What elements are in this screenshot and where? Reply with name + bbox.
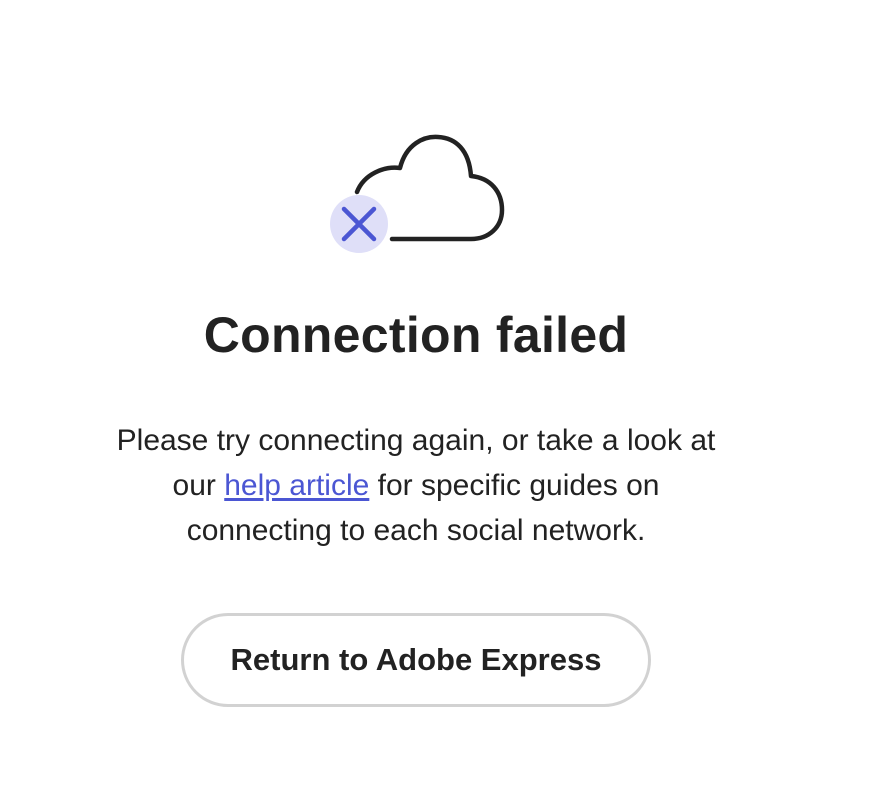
cloud-icon: [330, 134, 505, 253]
connection-failed-page: Connection failed Please try connecting …: [0, 0, 882, 804]
connection-failed-illustration: [326, 130, 510, 258]
message-line-2: our help article for specific guides on: [66, 463, 766, 508]
message-line-2-prefix: our: [172, 469, 225, 502]
error-message: Please try connecting again, or take a l…: [66, 418, 766, 553]
message-line-2-suffix: for specific guides on: [369, 469, 660, 502]
error-badge: [330, 195, 388, 253]
message-line-3: connecting to each social network.: [186, 514, 646, 547]
page-title: Connection failed: [203, 307, 629, 363]
help-article-link[interactable]: help article: [224, 469, 369, 502]
message-line-1: Please try connecting again, or take a l…: [116, 424, 716, 457]
return-to-adobe-express-button[interactable]: Return to Adobe Express: [181, 613, 651, 707]
